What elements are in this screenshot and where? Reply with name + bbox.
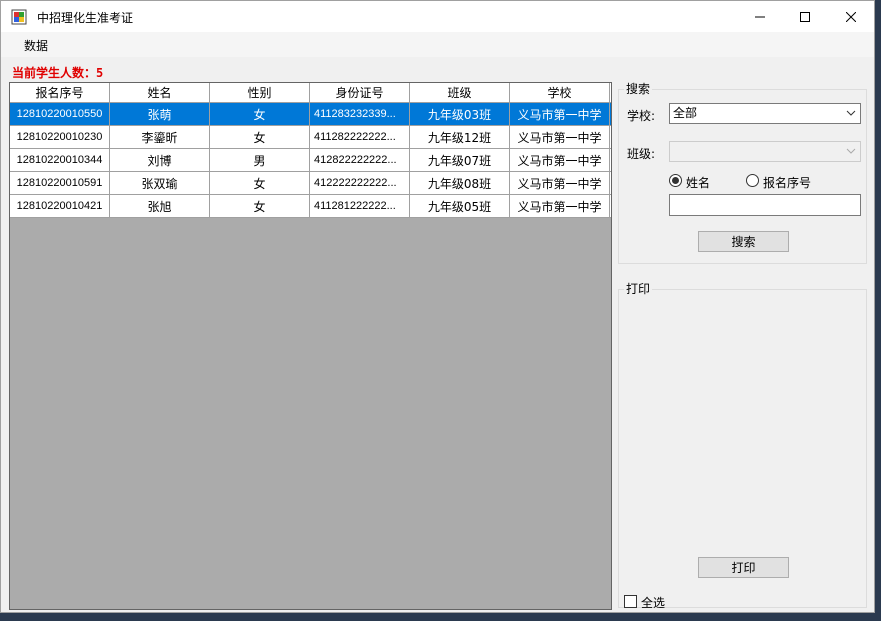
radio-search-by-reg-no-label[interactable]: 报名序号 [763, 174, 811, 191]
cell-name[interactable]: 张旭 [110, 195, 210, 217]
cell-gender[interactable]: 女 [210, 172, 310, 194]
cell-class[interactable]: 九年级12班 [410, 126, 510, 148]
column-header-id-card[interactable]: 身份证号 [310, 83, 410, 102]
print-button[interactable]: 打印 [698, 557, 789, 578]
cell-name[interactable]: 刘博 [110, 149, 210, 171]
select-all-label[interactable]: 全选 [641, 594, 665, 611]
table-row[interactable]: 12810220010230 李鎏昕 女 411282222222... 九年级… [10, 126, 611, 149]
search-input[interactable] [669, 194, 861, 216]
cell-id-card[interactable]: 412822222222... [310, 149, 410, 171]
cell-gender[interactable]: 女 [210, 195, 310, 217]
cell-school[interactable]: 义马市第一中学 [510, 149, 610, 171]
cell-class[interactable]: 九年级08班 [410, 172, 510, 194]
table-row[interactable]: 12810220010591 张双瑜 女 412222222222... 九年级… [10, 172, 611, 195]
cell-gender[interactable]: 男 [210, 149, 310, 171]
maximize-button[interactable] [782, 1, 828, 32]
student-count-value: 5 [96, 66, 104, 80]
cell-id-card[interactable]: 411283232339... [310, 103, 410, 125]
menu-item-data[interactable]: 数据 [17, 36, 55, 55]
main-window: 中招理化生准考证 数据 当前学生人数：5 报名序号 姓名 性别 身份证号 班级 … [0, 0, 875, 613]
menu-bar: 数据 [1, 32, 874, 57]
student-table[interactable]: 报名序号 姓名 性别 身份证号 班级 学校 12810220010550 张萌 … [9, 82, 612, 610]
cell-school[interactable]: 义马市第一中学 [510, 103, 610, 125]
cell-class[interactable]: 九年级03班 [410, 103, 510, 125]
student-count-label: 当前学生人数： [12, 66, 97, 80]
table-header: 报名序号 姓名 性别 身份证号 班级 学校 [10, 83, 611, 103]
radio-search-by-name-label[interactable]: 姓名 [686, 174, 710, 191]
select-all-checkbox[interactable] [624, 595, 637, 608]
cell-class[interactable]: 九年级07班 [410, 149, 510, 171]
table-row[interactable]: 12810220010421 张旭 女 411281222222... 九年级0… [10, 195, 611, 218]
cell-gender[interactable]: 女 [210, 103, 310, 125]
cell-id-card[interactable]: 411282222222... [310, 126, 410, 148]
cell-school[interactable]: 义马市第一中学 [510, 195, 610, 217]
school-select-value: 全部 [673, 106, 698, 120]
cell-gender[interactable]: 女 [210, 126, 310, 148]
cell-reg-no[interactable]: 12810220010591 [10, 172, 110, 194]
class-label: 班级: [627, 147, 656, 161]
cell-reg-no[interactable]: 12810220010421 [10, 195, 110, 217]
search-button[interactable]: 搜索 [698, 231, 789, 252]
school-label: 学校: [627, 109, 656, 123]
title-bar[interactable]: 中招理化生准考证 [1, 1, 874, 32]
window-title: 中招理化生准考证 [37, 11, 134, 25]
close-icon [846, 11, 856, 22]
radio-search-by-name[interactable] [669, 174, 682, 187]
class-select[interactable] [669, 141, 861, 162]
student-count: 当前学生人数：5 [12, 64, 103, 81]
column-header-reg-no[interactable]: 报名序号 [10, 83, 110, 102]
radio-search-by-reg-no[interactable] [746, 174, 759, 187]
chevron-down-icon [846, 110, 856, 116]
cell-reg-no[interactable]: 12810220010550 [10, 103, 110, 125]
chevron-down-icon [846, 148, 856, 154]
cell-reg-no[interactable]: 12810220010344 [10, 149, 110, 171]
column-header-name[interactable]: 姓名 [110, 83, 210, 102]
column-header-class[interactable]: 班级 [410, 83, 510, 102]
close-button[interactable] [828, 1, 874, 32]
print-group-title: 打印 [624, 280, 653, 297]
cell-id-card[interactable]: 412222222222... [310, 172, 410, 194]
column-header-gender[interactable]: 性别 [210, 83, 310, 102]
cell-id-card[interactable]: 411281222222... [310, 195, 410, 217]
cell-name[interactable]: 李鎏昕 [110, 126, 210, 148]
cell-reg-no[interactable]: 12810220010230 [10, 126, 110, 148]
table-row[interactable]: 12810220010344 刘博 男 412822222222... 九年级0… [10, 149, 611, 172]
minimize-button[interactable] [737, 1, 783, 32]
minimize-icon [755, 16, 765, 17]
table-row[interactable]: 12810220010550 张萌 女 411283232339... 九年级0… [10, 103, 611, 126]
column-header-school[interactable]: 学校 [510, 83, 610, 102]
cell-name[interactable]: 张双瑜 [110, 172, 210, 194]
search-group-title: 搜索 [624, 80, 653, 97]
cell-class[interactable]: 九年级05班 [410, 195, 510, 217]
cell-school[interactable]: 义马市第一中学 [510, 126, 610, 148]
maximize-icon [800, 11, 810, 22]
cell-school[interactable]: 义马市第一中学 [510, 172, 610, 194]
school-select[interactable]: 全部 [669, 103, 861, 124]
app-icon [11, 9, 27, 25]
cell-name[interactable]: 张萌 [110, 103, 210, 125]
